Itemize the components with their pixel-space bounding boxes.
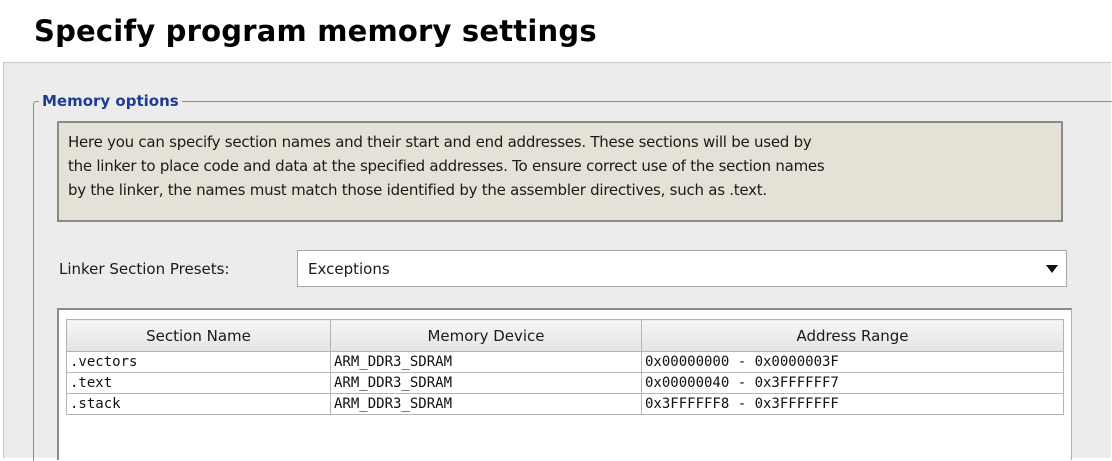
memory-device-cell[interactable]: ARM_DDR3_SDRAM <box>330 372 642 394</box>
memory-device-cell[interactable]: ARM_DDR3_SDRAM <box>330 351 642 373</box>
column-header-memory-device[interactable]: Memory Device <box>330 319 642 352</box>
description-line: the linker to place code and data at the… <box>68 157 825 175</box>
page-title: Specify program memory settings <box>34 14 597 48</box>
table-row[interactable]: .vectors ARM_DDR3_SDRAM 0x00000000 - 0x0… <box>66 351 1064 373</box>
address-range-cell[interactable]: 0x00000040 - 0x3FFFFFF7 <box>641 372 1064 394</box>
presets-selected-value: Exceptions <box>308 260 390 278</box>
section-name-cell[interactable]: .text <box>66 372 331 394</box>
description-line: by the linker, the names must match thos… <box>68 181 767 199</box>
memory-options-legend: Memory options <box>39 91 182 111</box>
column-header-address-range[interactable]: Address Range <box>641 319 1064 352</box>
memory-device-cell[interactable]: ARM_DDR3_SDRAM <box>330 393 642 415</box>
linker-section-presets-label: Linker Section Presets: <box>59 260 230 278</box>
section-name-cell[interactable]: .stack <box>66 393 331 415</box>
column-header-section-name[interactable]: Section Name <box>66 319 331 352</box>
sections-table: Section Name Memory Device Address Range… <box>66 319 1064 415</box>
linker-section-presets-dropdown[interactable]: Exceptions <box>297 250 1067 287</box>
table-row[interactable]: .stack ARM_DDR3_SDRAM 0x3FFFFFF8 - 0x3FF… <box>66 393 1064 415</box>
memory-options-description: Here you can specify section names and t… <box>57 121 1063 222</box>
section-name-cell[interactable]: .vectors <box>66 351 331 373</box>
table-header-row: Section Name Memory Device Address Range <box>66 319 1064 352</box>
address-range-cell[interactable]: 0x00000000 - 0x0000003F <box>641 351 1064 373</box>
chevron-down-icon[interactable] <box>1046 265 1058 273</box>
sections-table-container: Section Name Memory Device Address Range… <box>57 308 1072 460</box>
address-range-cell[interactable]: 0x3FFFFFF8 - 0x3FFFFFFF <box>641 393 1064 415</box>
table-row[interactable]: .text ARM_DDR3_SDRAM 0x00000040 - 0x3FFF… <box>66 372 1064 394</box>
description-line: Here you can specify section names and t… <box>68 133 812 151</box>
